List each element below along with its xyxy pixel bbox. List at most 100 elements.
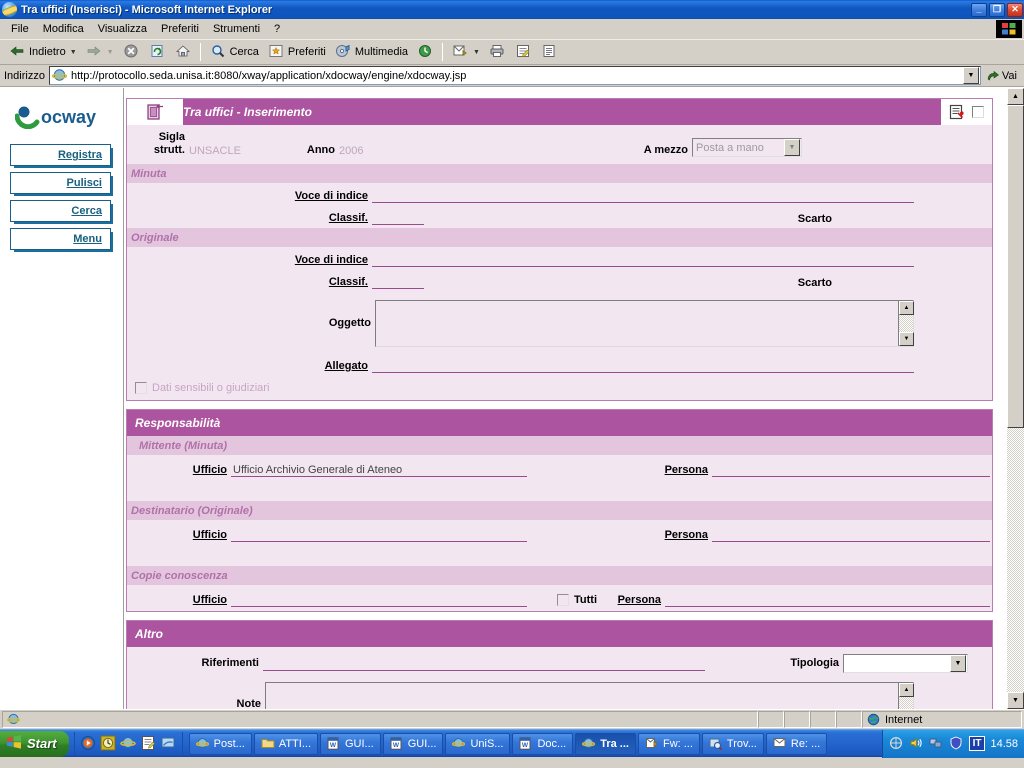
- destinatario-persona-label: Persona: [664, 529, 708, 541]
- originale-classif-input[interactable]: [372, 275, 424, 289]
- status-message-cell: [2, 711, 758, 728]
- history-button[interactable]: [412, 41, 438, 63]
- media-button[interactable]: Multimedia: [330, 41, 412, 63]
- discuss-button[interactable]: [536, 41, 562, 63]
- go-button[interactable]: Vai: [981, 69, 1022, 83]
- task-button[interactable]: Fw: ...: [637, 732, 700, 755]
- minimize-button[interactable]: _: [971, 2, 987, 17]
- page-scroll-thumb[interactable]: [1007, 105, 1024, 428]
- tray-clock[interactable]: 14.58: [990, 738, 1018, 750]
- scroll-down-icon[interactable]: ▼: [899, 332, 914, 346]
- notepad-quicklaunch-icon[interactable]: [140, 735, 157, 752]
- chevron-down-icon: ▼: [784, 139, 800, 156]
- mail-button[interactable]: ▼: [447, 41, 484, 63]
- refresh-button[interactable]: [144, 41, 170, 63]
- edit-button[interactable]: [510, 41, 536, 63]
- close-button[interactable]: ✕: [1007, 2, 1023, 17]
- sidebar-item-cerca[interactable]: Cerca: [10, 200, 111, 222]
- oggetto-scrollbar[interactable]: ▲ ▼: [898, 301, 914, 346]
- annotation-icon[interactable]: [949, 104, 964, 120]
- printer-icon: [488, 43, 506, 61]
- stop-button[interactable]: [118, 41, 144, 63]
- menu-item-preferiti[interactable]: Preferiti: [154, 21, 206, 37]
- print-button[interactable]: [484, 41, 510, 63]
- sidebar-item-registra[interactable]: Registra: [10, 144, 111, 166]
- start-button[interactable]: Start: [0, 730, 69, 757]
- note-scrollbar[interactable]: ▲ ▼: [898, 683, 914, 709]
- tipologia-select[interactable]: ▼: [843, 654, 968, 673]
- search-button[interactable]: Cerca: [205, 41, 263, 63]
- mail-dropdown-icon[interactable]: ▼: [473, 49, 480, 56]
- task-label: Post...: [213, 737, 245, 750]
- task-label: Fw: ...: [662, 737, 693, 750]
- mezzo-select[interactable]: Posta a mano ▼: [692, 138, 802, 157]
- tray-language-indicator[interactable]: IT: [968, 736, 986, 751]
- discuss-icon: [540, 43, 558, 61]
- forward-dropdown-icon[interactable]: ▼: [107, 49, 114, 56]
- task-button-active[interactable]: Tra ...: [575, 732, 636, 755]
- back-dropdown-icon[interactable]: ▼: [70, 49, 77, 56]
- menu-item-file[interactable]: File: [4, 21, 36, 37]
- tray-network-icon[interactable]: [889, 736, 904, 751]
- tray-volume-icon[interactable]: [909, 736, 924, 751]
- menu-item-strumenti[interactable]: Strumenti: [206, 21, 267, 37]
- task-button[interactable]: Trov...: [701, 732, 764, 755]
- riferimenti-label: Riferimenti: [201, 657, 259, 669]
- note-textarea[interactable]: ▲ ▼: [265, 682, 914, 709]
- panel-header-checkbox[interactable]: [972, 106, 984, 118]
- riferimenti-input[interactable]: [263, 657, 705, 671]
- task-button[interactable]: W Doc...: [512, 732, 574, 755]
- page-scroll-track[interactable]: [1007, 105, 1024, 692]
- minuta-voce-input[interactable]: [372, 189, 914, 203]
- sidebar-item-pulisci[interactable]: Pulisci: [10, 172, 111, 194]
- task-button[interactable]: W GUI...: [320, 732, 381, 755]
- mittente-ufficio-label: Ufficio: [192, 464, 227, 476]
- note-value[interactable]: [266, 683, 898, 709]
- tray-shield-icon[interactable]: [949, 736, 964, 751]
- menu-item-help[interactable]: ?: [267, 21, 287, 37]
- copie-persona-input[interactable]: [665, 593, 990, 607]
- mittente-ufficio-input[interactable]: Ufficio Archivio Generale di Ateneo: [231, 463, 527, 477]
- tutti-checkbox[interactable]: [557, 594, 569, 606]
- back-button[interactable]: Indietro ▼: [4, 41, 81, 63]
- show-desktop-icon[interactable]: [160, 735, 177, 752]
- forward-button[interactable]: ▼: [81, 41, 118, 63]
- status-bar: Internet: [0, 709, 1024, 729]
- allegato-input[interactable]: [372, 359, 914, 373]
- menu-item-modifica[interactable]: Modifica: [36, 21, 91, 37]
- copie-persona-label: Persona: [617, 594, 662, 606]
- task-button[interactable]: W GUI...: [382, 732, 444, 755]
- clock-app-icon[interactable]: [100, 735, 117, 752]
- oggetto-value[interactable]: [376, 301, 898, 346]
- address-input[interactable]: http://protocollo.seda.unisa.it:8080/xwa…: [48, 66, 981, 85]
- task-button[interactable]: UniS...: [445, 732, 511, 755]
- media-player-icon[interactable]: [80, 735, 97, 752]
- originale-voce-input[interactable]: [372, 253, 914, 267]
- note-scroll-up-icon[interactable]: ▲: [899, 683, 914, 697]
- page-scrollbar[interactable]: ▲ ▼: [1007, 88, 1024, 709]
- task-button[interactable]: Re: ...: [765, 732, 828, 755]
- row-dati-sensibili[interactable]: Dati sensibili o giudiziari: [127, 377, 992, 400]
- svg-text:W: W: [522, 742, 529, 749]
- home-button[interactable]: [170, 41, 196, 63]
- ie-icon: [195, 737, 210, 751]
- dati-sensibili-checkbox[interactable]: [135, 382, 147, 394]
- address-dropdown-icon[interactable]: ▼: [962, 67, 979, 84]
- task-button[interactable]: Post...: [188, 732, 252, 755]
- page-scroll-up-button[interactable]: ▲: [1007, 88, 1024, 105]
- sidebar-item-menu[interactable]: Menu: [10, 228, 111, 250]
- tray-network-connection-icon[interactable]: [929, 736, 944, 751]
- menu-item-visualizza[interactable]: Visualizza: [91, 21, 154, 37]
- mittente-persona-input[interactable]: [712, 463, 990, 477]
- minuta-classif-input[interactable]: [372, 211, 424, 225]
- task-button[interactable]: ATTI...: [253, 732, 318, 755]
- ie-quicklaunch-icon[interactable]: [119, 735, 137, 752]
- page-scroll-down-button[interactable]: ▼: [1007, 692, 1024, 709]
- oggetto-textarea[interactable]: ▲ ▼: [375, 300, 914, 347]
- restore-button[interactable]: ❐: [989, 2, 1005, 17]
- favorites-button[interactable]: Preferiti: [263, 41, 330, 63]
- destinatario-persona-input[interactable]: [712, 528, 990, 542]
- copie-ufficio-input[interactable]: [231, 593, 527, 607]
- destinatario-ufficio-input[interactable]: [231, 528, 527, 542]
- scroll-up-icon[interactable]: ▲: [899, 301, 914, 315]
